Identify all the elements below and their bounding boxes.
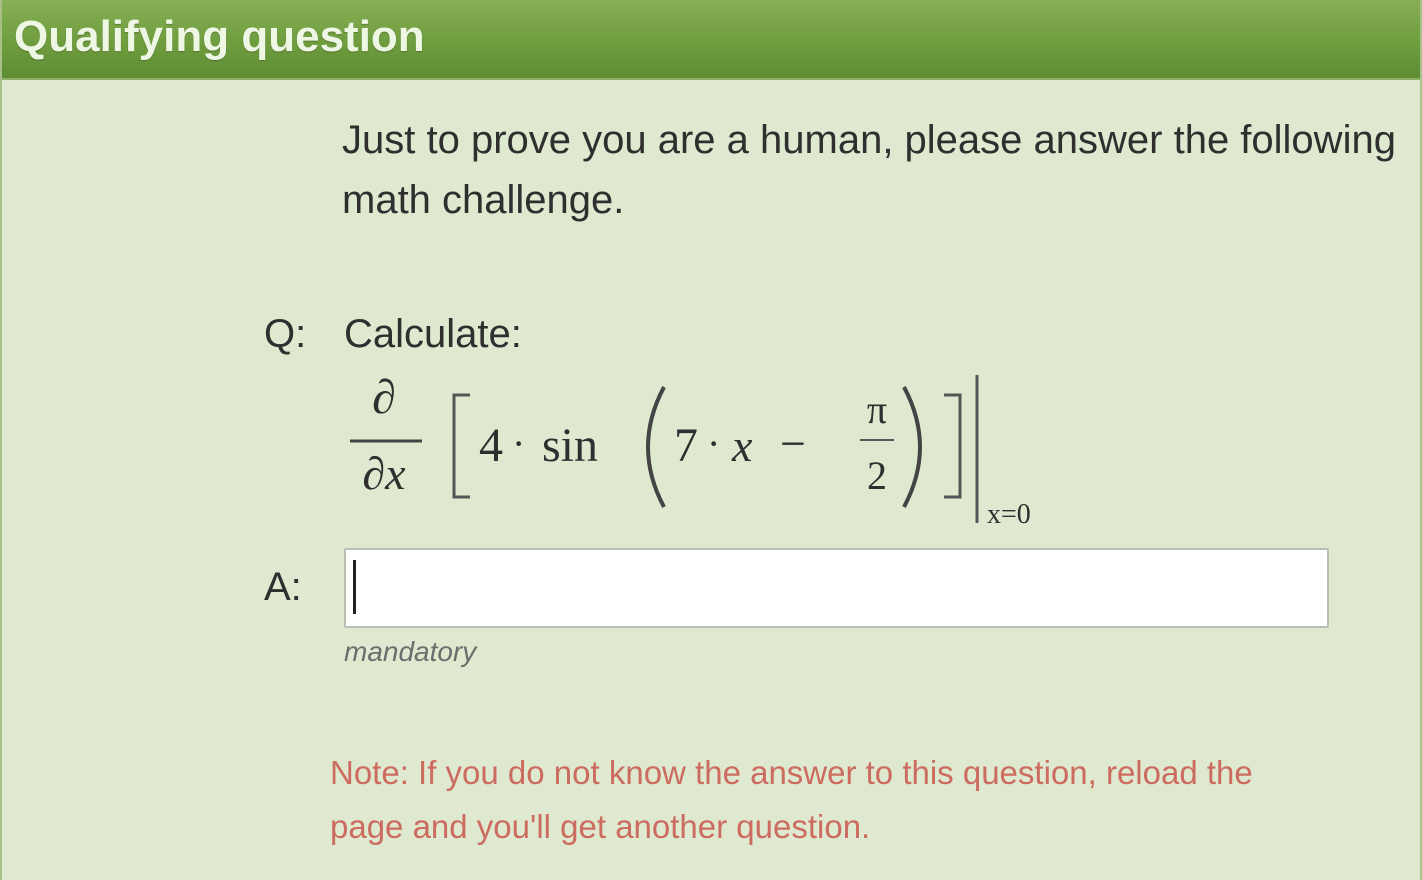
formula-minus: −	[780, 418, 806, 469]
formula-coefficient: 4	[479, 419, 503, 472]
left-parenthesis	[646, 386, 666, 508]
partial-denominator: ∂x	[362, 448, 406, 499]
formula-variable: x	[731, 420, 753, 471]
formula-two: 2	[867, 453, 887, 498]
question-label: Q:	[264, 312, 307, 356]
mandatory-hint: mandatory	[344, 636, 477, 667]
answer-input[interactable]	[344, 548, 1329, 628]
left-square-bracket	[452, 393, 470, 499]
question-text: Calculate:	[344, 312, 522, 356]
intro-text: Just to prove you are a human, please an…	[342, 118, 1396, 222]
formula-dot-1: ·	[512, 421, 525, 466]
partial-numerator: ∂	[372, 371, 396, 424]
formula-pi: π	[867, 387, 887, 432]
right-square-bracket	[944, 393, 962, 499]
panel-titlebar: Qualifying question	[2, 0, 1420, 80]
panel-title: Qualifying question	[14, 12, 425, 61]
answer-label: A:	[264, 565, 302, 609]
qualifying-question-panel: Qualifying question Just to prove you ar…	[0, 0, 1422, 880]
reload-note: Note: If you do not know the answer to t…	[330, 754, 1253, 845]
text-caret	[353, 560, 356, 614]
math-formula: ∂ ∂x 4 · sin 7 · x − π 2 x=0	[350, 371, 1031, 530]
formula-evaluation: x=0	[987, 499, 1031, 530]
right-parenthesis	[902, 386, 922, 508]
formula-dot-2: ·	[707, 421, 720, 466]
formula-function: sin	[542, 419, 598, 472]
formula-inner-coefficient: 7	[674, 419, 698, 472]
